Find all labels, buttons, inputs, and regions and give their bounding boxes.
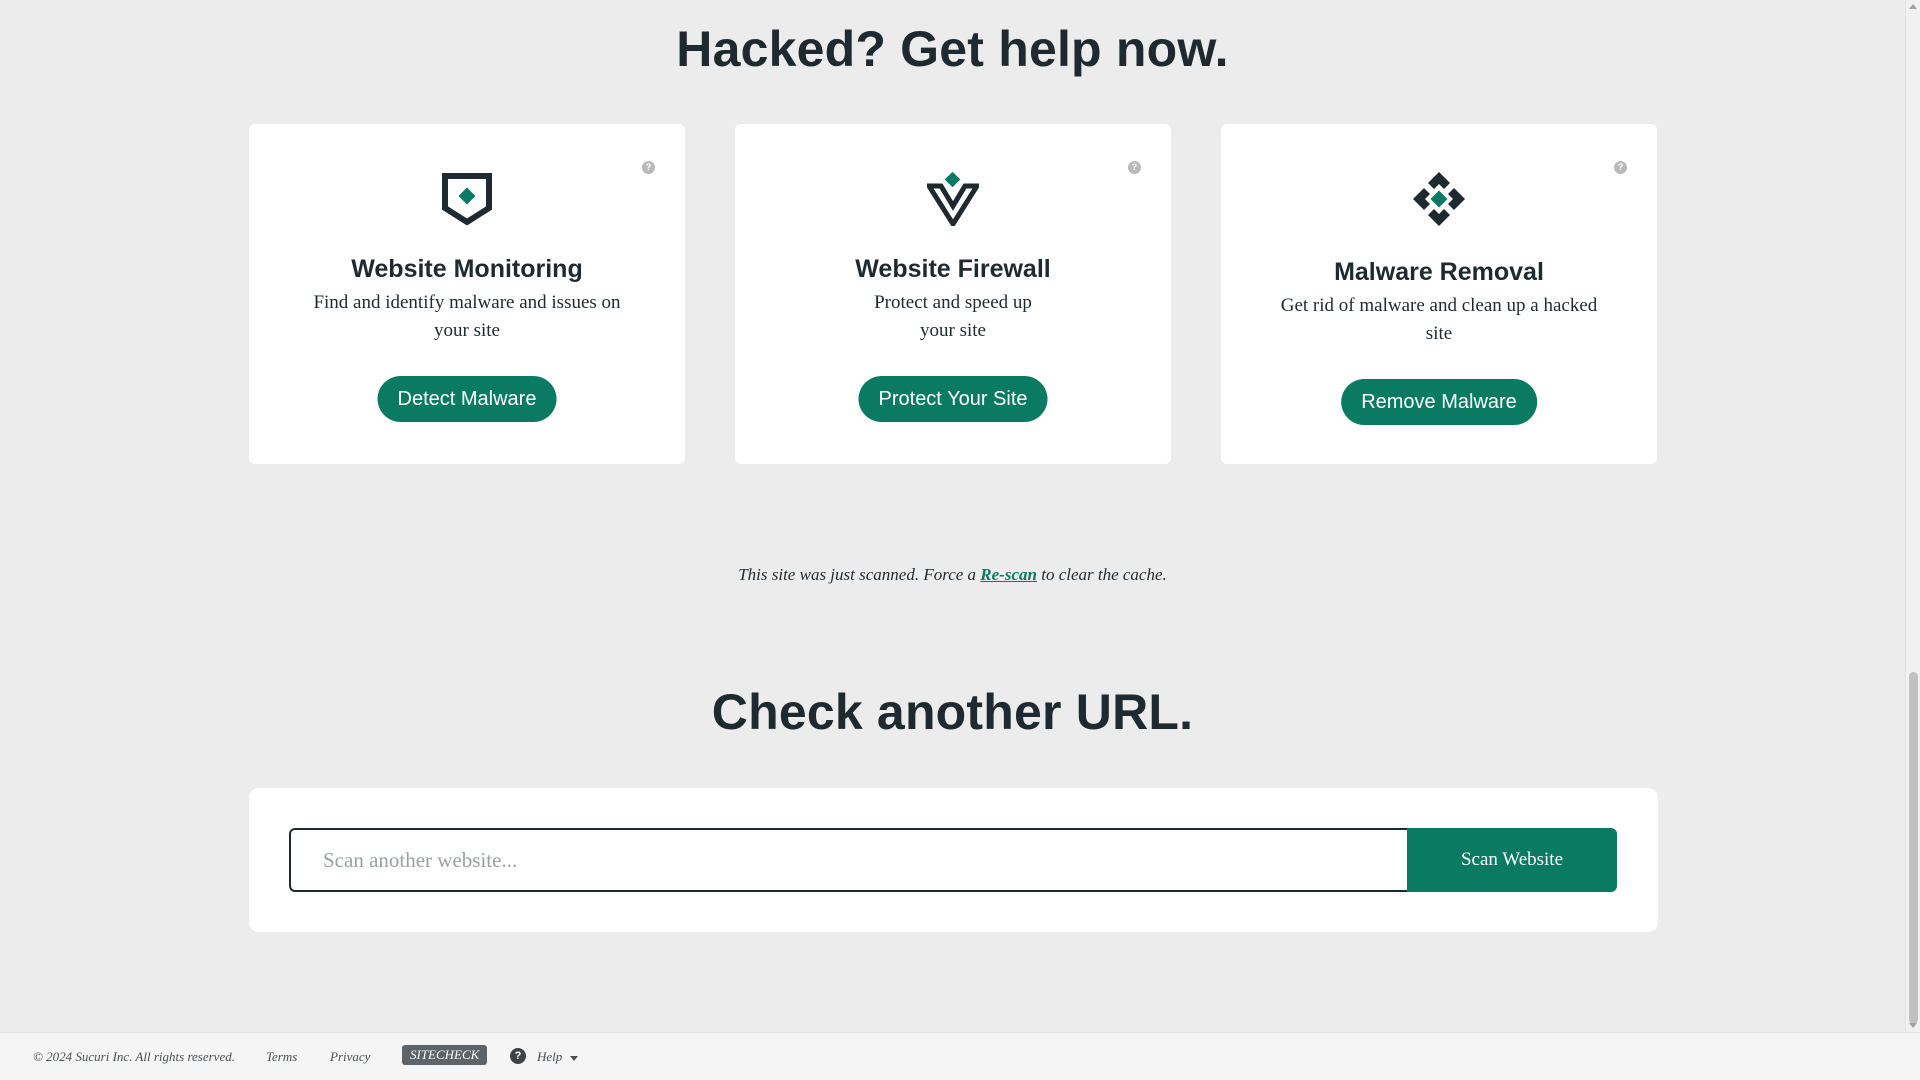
card-website-firewall: ? Website Firewall Protect and speed up … xyxy=(735,124,1171,464)
card-title: Website Monitoring xyxy=(351,255,583,283)
sitecheck-badge[interactable]: SITECHECK xyxy=(402,1045,488,1065)
help-icon[interactable]: ? xyxy=(1614,161,1627,174)
firewall-v-icon xyxy=(924,171,982,231)
help-icon[interactable]: ? xyxy=(1128,161,1141,174)
card-description: Protect and speed up your site xyxy=(803,289,1103,345)
help-menu[interactable]: Help xyxy=(537,1049,562,1065)
page: Hacked? Get help now. ? Website Monitori… xyxy=(0,0,1920,1080)
terms-link[interactable]: Terms xyxy=(266,1049,297,1065)
scan-form: Scan Website xyxy=(249,788,1658,932)
card-description: Find and identify malware and issues on … xyxy=(312,289,622,345)
card-website-monitoring: ? Website Monitoring Find and identify m… xyxy=(249,124,685,464)
card-title: Malware Removal xyxy=(1334,258,1544,286)
hacked-section-title: Hacked? Get help now. xyxy=(676,21,1229,77)
footer: © 2024 Sucuri Inc. All rights reserved. … xyxy=(0,1032,1920,1080)
scan-cache-note: This site was just scanned. Force a Re-s… xyxy=(0,565,1905,585)
card-description-line: your site xyxy=(920,320,986,341)
privacy-link[interactable]: Privacy xyxy=(330,1049,370,1065)
rescan-link[interactable]: Re-scan xyxy=(980,565,1037,584)
scrollbar-thumb[interactable] xyxy=(1909,672,1918,1024)
card-description-line: your site xyxy=(434,320,500,341)
copyright-text: © 2024 Sucuri Inc. All rights reserved. xyxy=(33,1049,235,1064)
card-description-line: site xyxy=(1425,323,1453,344)
card-description: Get rid of malware and clean up a hacked… xyxy=(1279,292,1599,348)
check-url-section-title: Check another URL. xyxy=(711,684,1194,740)
malware-removal-icon xyxy=(1410,169,1468,234)
card-title: Website Firewall xyxy=(855,255,1051,283)
card-malware-removal: ? Malware Removal Get rid of malware and… xyxy=(1221,124,1657,464)
scan-note-text: This site was just scanned. Force a xyxy=(738,565,981,584)
scan-url-input[interactable] xyxy=(289,828,1409,892)
remove-malware-button[interactable]: Remove Malware xyxy=(1341,379,1537,425)
help-circle-icon: ? xyxy=(510,1048,526,1064)
detect-malware-button[interactable]: Detect Malware xyxy=(377,376,557,422)
help-icon[interactable]: ? xyxy=(642,161,655,174)
card-description-line: Get rid of malware and clean up a hacked xyxy=(1280,295,1598,316)
vertical-scrollbar[interactable] xyxy=(1905,0,1920,1032)
services-cards: ? Website Monitoring Find and identify m… xyxy=(249,124,1658,464)
scroll-up-icon[interactable] xyxy=(1909,4,1917,9)
scan-note-text: to clear the cache. xyxy=(1036,565,1167,584)
chevron-down-icon[interactable] xyxy=(570,1056,578,1061)
scroll-down-icon[interactable] xyxy=(1909,1023,1917,1028)
card-description-line: Find and identify malware and issues on xyxy=(313,292,621,313)
card-description-line: Protect and speed up xyxy=(874,292,1032,313)
shield-diamond-icon xyxy=(441,172,493,231)
scan-website-button[interactable]: Scan Website xyxy=(1407,828,1617,892)
protect-your-site-button[interactable]: Protect Your Site xyxy=(858,376,1048,422)
